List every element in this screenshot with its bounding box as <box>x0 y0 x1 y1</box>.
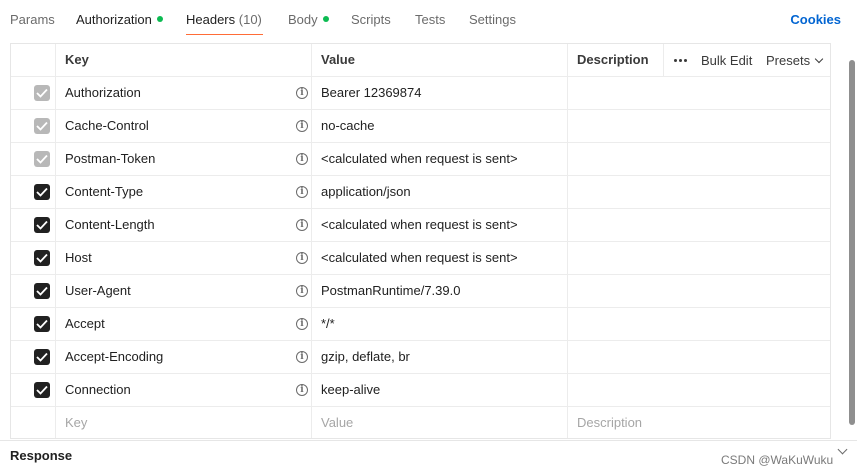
row-checkbox[interactable] <box>34 316 50 332</box>
info-icon[interactable]: i <box>296 318 308 330</box>
header-description[interactable] <box>577 77 667 109</box>
info-icon[interactable]: i <box>296 186 308 198</box>
vertical-scrollbar[interactable] <box>849 60 855 425</box>
row-checkbox[interactable] <box>34 217 50 233</box>
watermark: CSDN @WaKuWuku <box>721 453 834 467</box>
request-tab-bar: Params Authorization Headers (10) Body S… <box>0 0 857 40</box>
header-value[interactable]: PostmanRuntime/7.39.0 <box>321 275 561 307</box>
table-row: Postman-Token i <calculated when request i… <box>11 143 830 176</box>
header-value[interactable]: <calculated when request is sent> <box>321 209 561 241</box>
active-tab-indicator <box>186 34 263 35</box>
new-key-input[interactable]: Key <box>65 407 295 439</box>
header-key[interactable]: Connection <box>65 374 295 406</box>
status-dot <box>156 16 163 22</box>
table-row: Content-Length i <calculated when request … <box>11 209 830 242</box>
info-icon[interactable]: i <box>296 87 308 99</box>
info-icon[interactable]: i <box>296 252 308 264</box>
response-section-title[interactable]: Response <box>10 448 72 463</box>
header-key[interactable]: Postman-Token <box>65 143 295 175</box>
header-value[interactable]: <calculated when request is sent> <box>321 143 561 175</box>
tab-scripts[interactable]: Scripts <box>351 12 391 27</box>
row-checkbox[interactable] <box>34 184 50 200</box>
tab-settings[interactable]: Settings <box>469 12 516 27</box>
table-row: User-Agent i PostmanRuntime/7.39.0 <box>11 275 830 308</box>
header-value[interactable]: */* <box>321 308 561 340</box>
headers-table: Key Value Description Bulk Edit Presets … <box>10 43 831 439</box>
header-value[interactable]: keep-alive <box>321 374 561 406</box>
header-key[interactable]: User-Agent <box>65 275 295 307</box>
table-header-row: Key Value Description Bulk Edit Presets <box>11 44 830 77</box>
table-actions: Bulk Edit Presets <box>663 44 831 76</box>
chevron-down-icon[interactable] <box>837 444 848 455</box>
info-icon[interactable]: i <box>296 285 308 297</box>
tab-tests[interactable]: Tests <box>415 12 445 27</box>
header-description[interactable] <box>577 143 667 175</box>
presets-dropdown[interactable]: Presets <box>766 53 824 68</box>
header-description[interactable] <box>577 176 667 208</box>
info-icon[interactable]: i <box>296 153 308 165</box>
row-checkbox[interactable] <box>34 118 50 134</box>
row-checkbox[interactable] <box>34 283 50 299</box>
header-key[interactable]: Authorization <box>65 77 295 109</box>
row-checkbox[interactable] <box>34 250 50 266</box>
header-key[interactable]: Accept-Encoding <box>65 341 295 373</box>
info-icon[interactable]: i <box>296 219 308 231</box>
header-key[interactable]: Accept <box>65 308 295 340</box>
tab-headers[interactable]: Headers (10) <box>186 12 262 27</box>
header-value[interactable]: gzip, deflate, br <box>321 341 561 373</box>
pane-divider[interactable] <box>0 440 857 441</box>
header-value[interactable]: no-cache <box>321 110 561 142</box>
row-checkbox[interactable] <box>34 85 50 101</box>
header-key[interactable]: Content-Length <box>65 209 295 241</box>
tab-authorization[interactable]: Authorization <box>76 12 163 27</box>
column-header-description: Description <box>577 52 649 67</box>
chevron-down-icon <box>814 54 824 64</box>
header-value[interactable]: <calculated when request is sent> <box>321 242 561 274</box>
header-description[interactable] <box>577 110 667 142</box>
table-row: Accept i */* <box>11 308 830 341</box>
header-key[interactable]: Cache-Control <box>65 110 295 142</box>
table-row: Content-Type i application/json <box>11 176 830 209</box>
tab-params[interactable]: Params <box>10 12 55 27</box>
header-description[interactable] <box>577 242 667 274</box>
bulk-edit-button[interactable]: Bulk Edit <box>701 53 752 68</box>
info-icon[interactable]: i <box>296 120 308 132</box>
table-row: Cache-Control i no-cache <box>11 110 830 143</box>
header-description[interactable] <box>577 308 667 340</box>
table-row: Connection i keep-alive <box>11 374 830 407</box>
header-description[interactable] <box>577 209 667 241</box>
header-description[interactable] <box>577 374 667 406</box>
row-checkbox[interactable] <box>34 382 50 398</box>
new-description-input[interactable]: Description <box>577 407 667 439</box>
new-header-row: Key Value Description <box>11 407 830 440</box>
header-key[interactable]: Content-Type <box>65 176 295 208</box>
tab-body[interactable]: Body <box>288 12 329 27</box>
header-key[interactable]: Host <box>65 242 295 274</box>
row-checkbox[interactable] <box>34 349 50 365</box>
header-description[interactable] <box>577 275 667 307</box>
status-dot <box>322 16 329 22</box>
column-header-key: Key <box>65 52 89 67</box>
info-icon[interactable]: i <box>296 351 308 363</box>
info-icon[interactable]: i <box>296 384 308 396</box>
table-row: Authorization i Bearer 12369874 <box>11 77 830 110</box>
header-description[interactable] <box>577 341 667 373</box>
header-value[interactable]: application/json <box>321 176 561 208</box>
more-options-icon[interactable] <box>674 59 689 74</box>
new-value-input[interactable]: Value <box>321 407 561 439</box>
column-header-value: Value <box>321 52 355 67</box>
table-row: Accept-Encoding i gzip, deflate, br <box>11 341 830 374</box>
row-checkbox[interactable] <box>34 151 50 167</box>
header-value[interactable]: Bearer 12369874 <box>321 77 561 109</box>
cookies-link[interactable]: Cookies <box>790 12 841 27</box>
table-row: Host i <calculated when request is sent> <box>11 242 830 275</box>
